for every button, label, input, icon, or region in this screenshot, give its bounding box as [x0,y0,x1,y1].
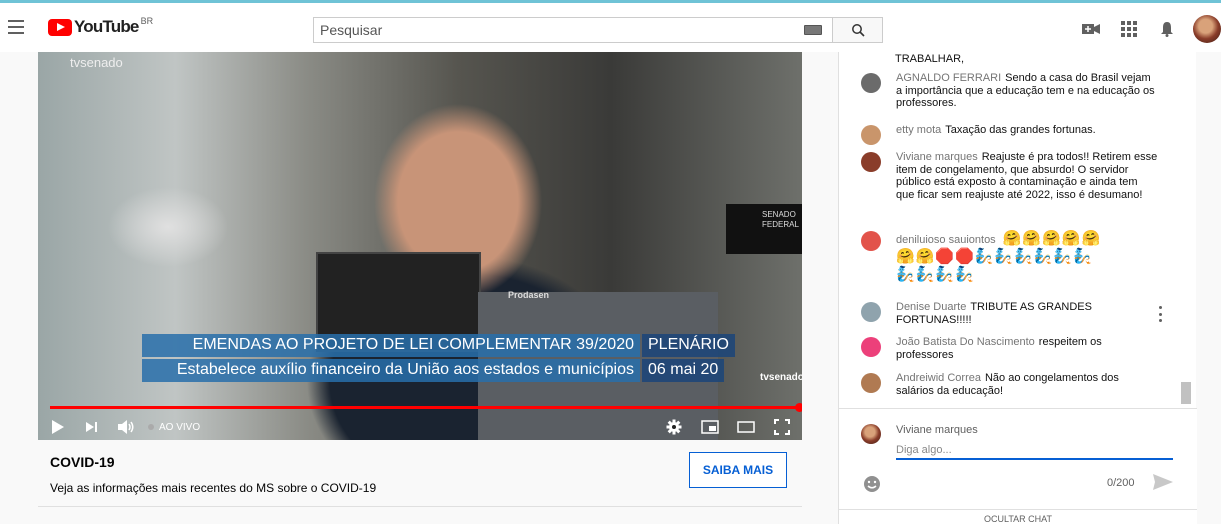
author-name[interactable]: Denise Duarte [896,301,966,313]
desk-nameplate: SENADO FEDERAL [726,204,802,254]
author-avatar[interactable] [861,231,881,251]
author-name[interactable]: Andreiwid Correa [896,372,981,384]
miniplayer-icon [701,420,719,434]
chat-message: AGNALDO FERRARI Sendo a casa do Brasil ve… [861,72,1161,110]
author-avatar[interactable] [861,73,881,93]
top-actions [1079,15,1221,43]
channel-watermark: tvsenado [70,55,123,70]
player-controls: AO VIVO [38,414,802,440]
covid-info-panel: COVID-19 Veja as informações mais recent… [38,440,802,524]
send-icon [1153,474,1173,490]
miniplayer-button[interactable] [696,416,724,438]
monitor-brand: Prodasen [508,290,550,300]
volume-button[interactable] [112,416,140,438]
user-name: Viviane marques [896,424,978,436]
lower-third-headline: EMENDAS AO PROJETO DE LEI COMPLEMENTAR 3… [142,334,640,357]
bell-icon [1161,22,1173,37]
lower-third-tag: PLENÁRIO [642,334,735,357]
search-box [313,17,833,43]
chat-message: Denise Duarte TRIBUTE AS GRANDES FORTUNAS… [861,301,1161,326]
divider [38,506,802,507]
skip-next-icon [86,422,97,432]
smiley-icon [864,476,880,492]
youtube-logo[interactable]: YouTube BR [48,16,154,37]
settings-button[interactable] [660,416,688,438]
keyboard-icon[interactable] [804,25,822,35]
chat-message: deniluioso sauiontos 🤗🤗🤗🤗🤗 🤗🤗🛑🛑🧞🧞🧞🧞🧞🧞 🧞🧞… [861,230,1161,284]
progress-bar[interactable] [50,403,802,412]
apps-button[interactable] [1117,17,1141,41]
author-name[interactable]: etty mota [896,124,941,136]
theater-icon [737,421,755,433]
emoji-picker-button[interactable] [863,475,881,493]
top-bar: YouTube BR [0,0,1221,52]
message-text: Taxação das grandes fortunas. [945,124,1096,136]
account-avatar[interactable] [1193,15,1221,43]
notifications-button[interactable] [1155,17,1179,41]
chat-message: Andreiwid Correa Não ao congelamentos dos… [861,372,1161,397]
chat-message: Viviane marques Reajuste é pra todos!! Re… [861,151,1161,201]
author-avatar[interactable] [861,125,881,145]
logo-wordmark: YouTube [74,17,139,36]
region-code: BR [140,16,154,26]
message-menu-button[interactable] [1155,306,1165,322]
author-name[interactable]: Viviane marques [896,151,978,163]
search-button[interactable] [833,17,883,43]
live-label: AO VIVO [159,421,201,433]
chat-message: etty mota Taxação das grandes fortunas. [861,124,1161,145]
lower-third: EMENDAS AO PROJETO DE LEI COMPLEMENTAR 3… [142,334,735,384]
play-icon [52,420,64,434]
lower-third-subtitle: Estabelece auxílio financeiro da União a… [142,359,640,382]
live-indicator[interactable]: AO VIVO [148,422,200,433]
search-icon [851,24,865,37]
covid-description: Veja as informações mais recentes do MS … [50,481,377,495]
create-video-button[interactable] [1079,17,1103,41]
chat-message-input[interactable] [896,442,1173,460]
live-dot-icon [148,424,154,430]
author-name[interactable]: AGNALDO FERRARI [896,72,1001,84]
divider [839,509,1197,510]
volume-icon [118,420,134,434]
author-avatar[interactable] [861,302,881,322]
character-counter: 0/200 [1107,477,1135,489]
author-avatar[interactable] [861,373,881,393]
saiba-mais-button[interactable]: SAIBA MAIS [689,452,787,488]
lower-third-date: 06 mai 20 [642,359,725,382]
gear-icon [666,419,682,435]
author-avatar[interactable] [861,337,881,357]
send-button[interactable] [1152,473,1176,493]
message-emojis: 🤗🤗🤗🤗🤗 [1002,230,1102,247]
author-name[interactable]: João Batista Do Nascimento [896,336,1035,348]
search-input[interactable] [314,18,804,42]
video-camera-icon [1082,24,1100,34]
message-emojis: 🤗🤗🛑🛑🧞🧞🧞🧞🧞🧞 [896,248,1093,265]
author-name[interactable]: deniluioso sauiontos [896,234,996,246]
hide-chat-button[interactable]: OCULTAR CHAT [839,514,1197,524]
theater-mode-button[interactable] [732,416,760,438]
covid-title: COVID-19 [50,454,115,470]
video-player[interactable]: tvsenado SENADO FEDERAL Prodasen EMENDAS… [38,52,802,440]
chat-scrollbar[interactable] [1181,382,1191,404]
menu-icon[interactable] [8,20,24,34]
chat-message-fragment: TRABALHAR, [895,53,965,65]
fullscreen-icon [774,419,790,435]
live-chat: TRABALHAR, AGNALDO FERRARI Sendo a casa d… [838,52,1197,524]
user-avatar [861,424,881,444]
corner-logo: tvsenado [760,372,802,383]
message-emojis: 🧞🧞🧞🧞 [896,266,975,283]
chat-input-area: Viviane marques 0/200 OCULTAR CHAT [839,408,1197,524]
author-avatar[interactable] [861,152,881,172]
apps-grid-icon [1121,21,1137,37]
fullscreen-button[interactable] [768,416,796,438]
next-button[interactable] [78,416,106,438]
chat-message: João Batista Do Nascimento respeitem os p… [861,336,1161,361]
play-button[interactable] [44,416,72,438]
youtube-play-icon [48,18,72,36]
